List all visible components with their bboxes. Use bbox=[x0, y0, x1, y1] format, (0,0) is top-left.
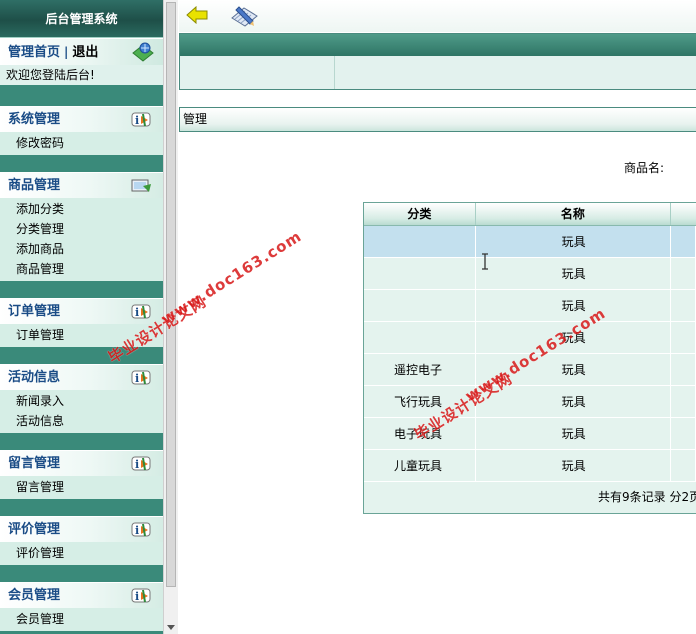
svg-text:i: i bbox=[135, 524, 139, 537]
section-system: 系统管理 i 修改密码 bbox=[0, 106, 163, 155]
cell-category: 遥控电子 bbox=[364, 354, 476, 385]
section-reviews-title[interactable]: 评价管理 i bbox=[0, 516, 163, 542]
menu-add-category[interactable]: 添加分类 bbox=[0, 199, 163, 219]
toolbar bbox=[179, 0, 696, 32]
sidebar-title: 后台管理系统 bbox=[0, 0, 163, 38]
info-arrow-icon: i bbox=[131, 304, 151, 319]
section-messages-title[interactable]: 留言管理 i bbox=[0, 450, 163, 476]
table-row[interactable]: 玩具 bbox=[364, 226, 696, 258]
cell-name: 玩具 bbox=[476, 226, 672, 257]
menu-goods-manage[interactable]: 商品管理 bbox=[0, 259, 163, 279]
notes-pencil-icon[interactable] bbox=[229, 4, 259, 30]
info-panel-header bbox=[180, 34, 696, 56]
logout-link[interactable]: 退出 bbox=[72, 45, 98, 60]
table-row[interactable]: 玩具 bbox=[364, 258, 696, 290]
menu-category-manage[interactable]: 分类管理 bbox=[0, 219, 163, 239]
table-row[interactable]: 玩具 bbox=[364, 290, 696, 322]
table-row[interactable]: 飞行玩具 玩具 bbox=[364, 386, 696, 418]
table-row[interactable]: 儿童玩具 玩具 bbox=[364, 450, 696, 482]
home-header: 管理首页 | 退出 bbox=[0, 39, 163, 65]
section-messages: 留言管理 i 留言管理 bbox=[0, 450, 163, 499]
section-members-title[interactable]: 会员管理 i bbox=[0, 582, 163, 608]
product-name-label: 商品名: bbox=[624, 161, 665, 175]
back-arrow-icon[interactable] bbox=[186, 6, 208, 24]
home-separator: | bbox=[64, 45, 69, 59]
cell-category bbox=[364, 258, 476, 289]
svg-text:i: i bbox=[135, 372, 139, 385]
panel-title: 管理 bbox=[179, 107, 696, 132]
svg-text:i: i bbox=[135, 458, 139, 471]
home-link[interactable]: 管理首页 bbox=[8, 45, 60, 60]
section-goods: 商品管理 添加分类 分类管理 添加商品 商品管理 bbox=[0, 172, 163, 281]
menu-review-manage[interactable]: 评价管理 bbox=[0, 543, 163, 563]
section-activity-title[interactable]: 活动信息 i bbox=[0, 364, 163, 390]
section-activity: 活动信息 i 新闻录入 活动信息 bbox=[0, 364, 163, 433]
table-header: 分类 名称 bbox=[364, 203, 696, 226]
column-header-category: 分类 bbox=[364, 203, 476, 225]
info-arrow-icon: i bbox=[131, 522, 151, 537]
section-members: 会员管理 i 会员管理 bbox=[0, 582, 163, 631]
info-panel-row bbox=[180, 56, 696, 89]
cell-name: 玩具 bbox=[476, 258, 672, 289]
info-arrow-icon: i bbox=[131, 456, 151, 471]
cell-category: 儿童玩具 bbox=[364, 450, 476, 481]
main-content: 管理 商品名: 分类 名称 玩具 玩具 玩具 玩具 遥控电子 玩具 飞行玩具 玩… bbox=[179, 0, 696, 634]
scrollbar-thumb[interactable] bbox=[166, 2, 176, 587]
menu-add-goods[interactable]: 添加商品 bbox=[0, 239, 163, 259]
info-arrow-icon: i bbox=[131, 112, 151, 127]
info-arrow-icon: i bbox=[131, 588, 151, 603]
cell-name: 玩具 bbox=[476, 418, 672, 449]
screen-folder-icon bbox=[131, 179, 151, 192]
cell-category bbox=[364, 290, 476, 321]
info-arrow-icon: i bbox=[131, 370, 151, 385]
svg-text:i: i bbox=[135, 114, 139, 127]
info-panel bbox=[179, 33, 696, 90]
cell-name: 玩具 bbox=[476, 290, 672, 321]
cell-category bbox=[364, 322, 476, 353]
menu-activity-info[interactable]: 活动信息 bbox=[0, 411, 163, 431]
svg-text:i: i bbox=[135, 306, 139, 319]
sidebar: 后台管理系统 管理首页 | 退出 欢迎您登陆后台! 系统管理 i 修改密码 商品… bbox=[0, 0, 163, 634]
section-goods-title[interactable]: 商品管理 bbox=[0, 172, 163, 198]
text-cursor-icon bbox=[482, 253, 488, 270]
home-box: 管理首页 | 退出 欢迎您登陆后台! bbox=[0, 38, 163, 85]
cell-name: 玩具 bbox=[476, 450, 672, 481]
cell-category bbox=[364, 226, 476, 257]
welcome-text: 欢迎您登陆后台! bbox=[0, 65, 163, 85]
section-reviews: 评价管理 i 评价管理 bbox=[0, 516, 163, 565]
section-system-title[interactable]: 系统管理 i bbox=[0, 106, 163, 132]
menu-message-manage[interactable]: 留言管理 bbox=[0, 477, 163, 497]
menu-news-entry[interactable]: 新闻录入 bbox=[0, 391, 163, 411]
pagination-summary: 共有9条记录 分2页 bbox=[598, 490, 696, 504]
section-orders-title[interactable]: 订单管理 i bbox=[0, 298, 163, 324]
column-header-name: 名称 bbox=[476, 203, 672, 225]
home-globe-icon bbox=[132, 42, 154, 62]
menu-member-manage[interactable]: 会员管理 bbox=[0, 609, 163, 629]
svg-text:i: i bbox=[135, 590, 139, 603]
menu-change-password[interactable]: 修改密码 bbox=[0, 133, 163, 153]
scroll-down-arrow-icon[interactable] bbox=[167, 625, 175, 630]
